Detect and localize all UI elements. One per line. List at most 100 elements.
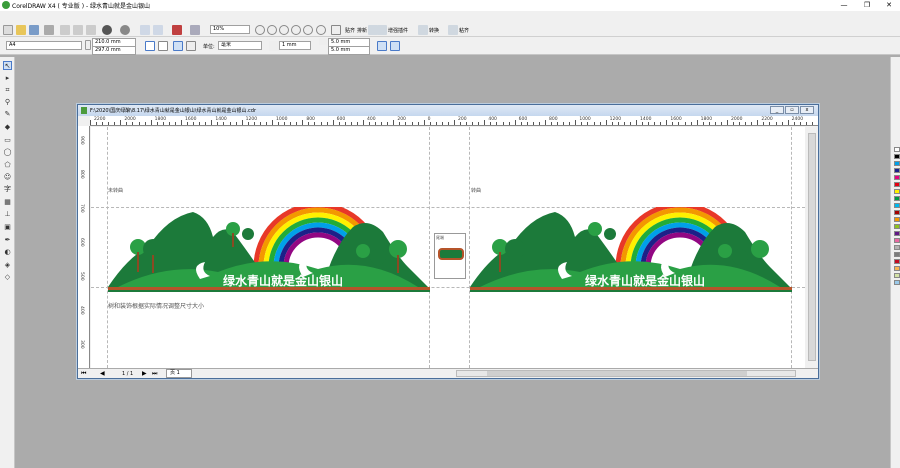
duplicate-y-field[interactable]: 5.0 mm <box>328 46 370 55</box>
blend-tool-icon[interactable]: ▣ <box>3 223 12 232</box>
redo-icon[interactable] <box>120 25 130 35</box>
smart-fill-tool-icon[interactable]: ◆ <box>3 123 12 132</box>
zoom-in-icon[interactable] <box>255 25 265 35</box>
convert-icon[interactable] <box>418 25 428 35</box>
doc-close-button[interactable]: x <box>800 106 814 114</box>
copy-icon[interactable] <box>73 25 83 35</box>
next-page-icon[interactable]: ▶ <box>142 370 147 377</box>
snap-label[interactable]: 贴齐 <box>345 27 355 34</box>
open-file-icon[interactable] <box>16 25 26 35</box>
doc-restore-button[interactable]: ▫ <box>785 106 799 114</box>
color-swatch[interactable] <box>894 224 900 229</box>
zoom-width-icon[interactable] <box>316 25 326 35</box>
color-swatch[interactable] <box>894 161 900 166</box>
crop-tool-icon[interactable]: ⌗ <box>3 86 12 95</box>
dimension-tool-icon[interactable]: ⊥ <box>3 210 12 219</box>
freehand-tool-icon[interactable]: ✎ <box>3 110 12 119</box>
color-swatch[interactable] <box>894 266 900 271</box>
pan-icon[interactable] <box>331 25 341 35</box>
color-swatch[interactable] <box>894 280 900 285</box>
property-bar: A4 210.0 mm 297.0 mm 单位: 毫米 1 mm 5.0 mm … <box>0 37 900 55</box>
color-swatch[interactable] <box>894 238 900 243</box>
stick-icon[interactable] <box>448 25 458 35</box>
stick-button[interactable]: 粘齐 <box>459 27 469 34</box>
cut-icon[interactable] <box>60 25 70 35</box>
drawing-canvas[interactable]: 未转曲 转曲 绿水青山就是金山银山 绿水青山就是金山银山 尾端 树和装饰根据实际… <box>91 127 805 368</box>
nudge-distance-field[interactable]: 1 mm <box>279 41 311 50</box>
zoom-level-select[interactable]: 10% <box>210 25 250 34</box>
doc-minimize-button[interactable]: _ <box>770 106 784 114</box>
rectangle-tool-icon[interactable]: ▭ <box>3 136 12 145</box>
pick-tool-icon[interactable]: ↖ <box>3 61 12 70</box>
prev-page-icon[interactable]: ◀ <box>100 370 105 377</box>
vertical-scroll-thumb[interactable] <box>808 133 816 361</box>
color-swatch[interactable] <box>894 273 900 278</box>
application-launcher-icon[interactable] <box>172 25 182 35</box>
plugin-icon[interactable] <box>377 25 387 35</box>
page-tab[interactable]: 页 1 <box>166 369 192 378</box>
treat-as-filled-icon[interactable] <box>390 41 400 51</box>
color-swatch[interactable] <box>894 231 900 236</box>
all-pages-icon[interactable] <box>173 41 183 51</box>
horizontal-scrollbar[interactable] <box>456 370 796 377</box>
vertical-scrollbar[interactable] <box>806 127 818 368</box>
shape-tool-icon[interactable]: ▸ <box>3 74 12 83</box>
page-size-select[interactable]: A4 <box>6 41 82 50</box>
print-icon[interactable] <box>44 25 54 35</box>
basic-shapes-tool-icon[interactable]: ☺ <box>3 173 12 182</box>
close-button[interactable]: ✕ <box>878 0 900 11</box>
color-swatch[interactable] <box>894 203 900 208</box>
color-swatch[interactable] <box>894 217 900 222</box>
table-tool-icon[interactable]: ▦ <box>3 198 12 207</box>
maximize-button[interactable]: ❐ <box>856 0 878 11</box>
vertical-ruler[interactable]: 900 800 700 600 500 400 300 <box>78 126 90 368</box>
zoom-selected-icon[interactable] <box>291 25 301 35</box>
welcome-icon[interactable] <box>190 25 200 35</box>
eyedropper-tool-icon[interactable]: ✒ <box>3 236 12 245</box>
zoom-all-icon[interactable] <box>303 25 313 35</box>
undo-icon[interactable] <box>102 25 112 35</box>
color-swatch[interactable] <box>894 196 900 201</box>
units-select[interactable]: 毫米 <box>218 41 262 50</box>
zoom-page-icon[interactable] <box>279 25 289 35</box>
color-swatch[interactable] <box>894 252 900 257</box>
landscape-icon[interactable] <box>158 41 168 51</box>
plugin-button[interactable]: 增强插件 <box>388 27 408 34</box>
import-icon[interactable] <box>140 25 150 35</box>
color-swatch[interactable] <box>894 154 900 159</box>
color-swatch[interactable] <box>894 182 900 187</box>
ellipse-tool-icon[interactable]: ◯ <box>3 148 12 157</box>
color-swatch[interactable] <box>894 189 900 194</box>
effects-button[interactable]: 排新 <box>357 27 367 34</box>
end-thumbnail[interactable]: 尾端 <box>434 233 466 279</box>
horizontal-scroll-thumb[interactable] <box>487 371 747 376</box>
export-icon[interactable] <box>153 25 163 35</box>
color-swatch[interactable] <box>894 210 900 215</box>
fill-tool-icon[interactable]: ◈ <box>3 261 12 270</box>
current-page-icon[interactable] <box>186 41 196 51</box>
text-tool-icon[interactable]: 字 <box>3 185 12 194</box>
minimize-button[interactable]: — <box>833 0 855 11</box>
color-swatch[interactable] <box>894 175 900 180</box>
new-file-icon[interactable] <box>3 25 13 35</box>
first-page-icon[interactable]: ⏮ <box>81 370 86 378</box>
save-icon[interactable] <box>29 25 39 35</box>
polygon-tool-icon[interactable]: ⬠ <box>3 161 12 170</box>
color-swatch[interactable] <box>894 168 900 173</box>
right-artwork[interactable]: 绿水青山就是金山银山 <box>470 207 792 293</box>
color-swatch[interactable] <box>894 245 900 250</box>
page-height-field[interactable]: 297.0 mm <box>92 46 136 55</box>
interactive-fill-tool-icon[interactable]: ◇ <box>3 273 12 282</box>
draw-in-units-icon[interactable] <box>377 41 387 51</box>
outline-tool-icon[interactable]: ◐ <box>3 248 12 257</box>
portrait-icon[interactable] <box>145 41 155 51</box>
zoom-tool-icon[interactable]: ⚲ <box>3 98 12 107</box>
color-swatch[interactable] <box>894 259 900 264</box>
horizontal-ruler[interactable]: 2200 2000 1800 1600 1400 1200 1000 800 600 400 200… <box>90 116 818 126</box>
last-page-icon[interactable]: ⏭ <box>152 370 157 378</box>
paste-icon[interactable] <box>86 25 96 35</box>
color-swatch[interactable] <box>894 147 900 152</box>
convert-button[interactable]: 转换 <box>429 27 439 34</box>
left-artwork[interactable]: 绿水青山就是金山银山 <box>108 207 430 293</box>
zoom-out-icon[interactable] <box>267 25 277 35</box>
